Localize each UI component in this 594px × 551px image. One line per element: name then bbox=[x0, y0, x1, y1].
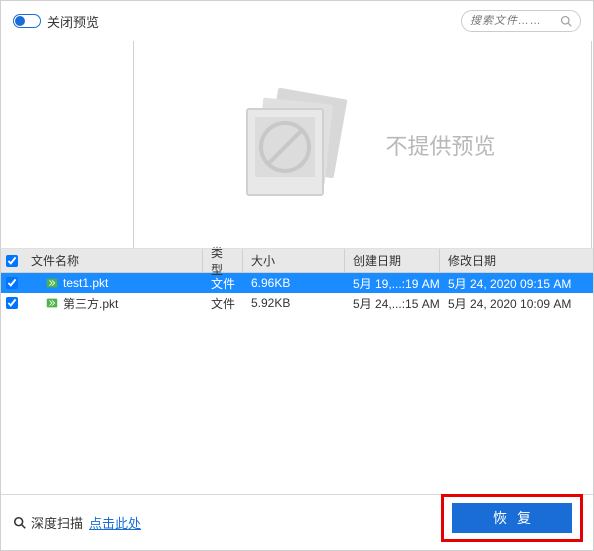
file-created: 5月 19,...:19 AM bbox=[345, 275, 440, 292]
table-row[interactable]: test1.pkt 文件 6.96KB 5月 19,...:19 AM 5月 2… bbox=[1, 273, 593, 293]
magnifier-icon bbox=[13, 516, 27, 530]
table-row[interactable]: 第三方.pkt 文件 5.92KB 5月 24,...:15 AM 5月 24,… bbox=[1, 293, 593, 313]
deep-scan-link[interactable]: 点击此处 bbox=[89, 513, 141, 532]
deep-scan-label: 深度扫描 bbox=[31, 513, 83, 532]
recover-button[interactable]: 恢复 bbox=[452, 503, 572, 533]
file-size: 6.96KB bbox=[243, 276, 345, 290]
file-name: 第三方.pkt bbox=[63, 295, 118, 312]
file-name: test1.pkt bbox=[63, 276, 108, 290]
col-type[interactable]: 类型 bbox=[203, 249, 243, 272]
no-preview-image-icon bbox=[229, 75, 369, 215]
file-icon bbox=[45, 296, 59, 310]
search-box[interactable] bbox=[461, 10, 581, 32]
search-input[interactable] bbox=[470, 15, 560, 27]
file-type: 文件 bbox=[203, 295, 243, 312]
bottom-bar: 深度扫描 点击此处 恢复 bbox=[1, 494, 593, 550]
row-checkbox[interactable] bbox=[6, 277, 18, 289]
col-modified[interactable]: 修改日期 bbox=[440, 249, 593, 272]
divider bbox=[591, 41, 592, 248]
header-checkbox[interactable] bbox=[6, 255, 18, 267]
file-created: 5月 24,...:15 AM bbox=[345, 295, 440, 312]
close-preview-label: 关闭预览 bbox=[47, 12, 99, 31]
file-type: 文件 bbox=[203, 275, 243, 292]
preview-area: 不提供预览 bbox=[1, 41, 593, 249]
col-size[interactable]: 大小 bbox=[243, 249, 345, 272]
table-header: 文件名称 类型 大小 创建日期 修改日期 bbox=[1, 249, 593, 273]
no-preview-text: 不提供预览 bbox=[385, 129, 495, 161]
file-icon bbox=[45, 276, 59, 290]
file-size: 5.92KB bbox=[243, 296, 345, 310]
close-preview-toggle[interactable] bbox=[13, 14, 41, 28]
close-preview-toggle-group: 关闭预览 bbox=[13, 12, 99, 31]
file-modified: 5月 24, 2020 10:09 AM bbox=[440, 295, 593, 312]
row-checkbox[interactable] bbox=[6, 297, 18, 309]
col-name[interactable]: 文件名称 bbox=[23, 249, 203, 272]
recover-highlight: 恢复 bbox=[441, 494, 583, 542]
table-body: test1.pkt 文件 6.96KB 5月 19,...:19 AM 5月 2… bbox=[1, 273, 593, 493]
col-created[interactable]: 创建日期 bbox=[345, 249, 440, 272]
file-modified: 5月 24, 2020 09:15 AM bbox=[440, 275, 593, 292]
search-icon bbox=[560, 15, 572, 27]
